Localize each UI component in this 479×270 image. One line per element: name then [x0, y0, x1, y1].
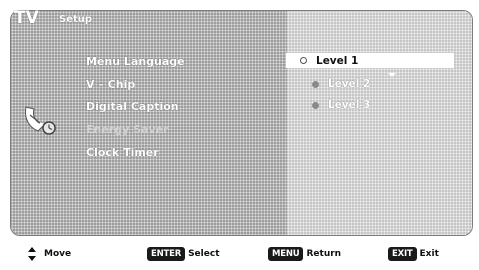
option-level-1[interactable]: Level 1 [286, 53, 454, 68]
exit-key: EXIT [388, 247, 417, 261]
help-select: ENTER Select [147, 243, 220, 265]
app-title: TV [14, 8, 39, 28]
help-exit: EXIT Exit [388, 243, 439, 265]
menu-item-energy-saver: Energy Saver [86, 123, 169, 136]
help-exit-label: Exit [419, 249, 439, 259]
option-label: Level 3 [328, 99, 371, 111]
osd-screen [10, 10, 473, 236]
enter-key: ENTER [147, 247, 186, 261]
option-label: Level 2 [328, 78, 371, 90]
help-return-label: Return [306, 249, 342, 259]
radio-bullet-icon [300, 57, 307, 64]
option-level-2[interactable]: Level 2 [312, 77, 370, 91]
help-select-label: Select [188, 249, 220, 259]
menu-key: MENU [268, 247, 304, 261]
help-return: MENU Return [268, 243, 341, 265]
options-panel [287, 11, 472, 235]
up-down-arrows-icon [28, 247, 37, 261]
help-move: Move [28, 243, 71, 265]
menu-item-digital-caption[interactable]: Digital Caption [86, 100, 179, 113]
menu-item-v-chip[interactable]: V – Chip [86, 78, 135, 91]
menu-item-menu-language[interactable]: Menu Language [86, 55, 185, 68]
help-move-label: Move [44, 249, 72, 259]
down-arrow-icon [388, 73, 396, 77]
radio-bullet-icon [312, 101, 319, 109]
menu-item-clock-timer[interactable]: Clock Timer [86, 146, 159, 159]
satellite-dish-icon [25, 106, 56, 135]
help-bar: Move ENTER Select MENU Return EXIT Exit [0, 243, 479, 265]
section-title: Setup [59, 14, 93, 25]
option-level-3[interactable]: Level 3 [312, 98, 370, 112]
option-label: Level 1 [316, 54, 359, 67]
radio-bullet-icon [312, 80, 319, 88]
